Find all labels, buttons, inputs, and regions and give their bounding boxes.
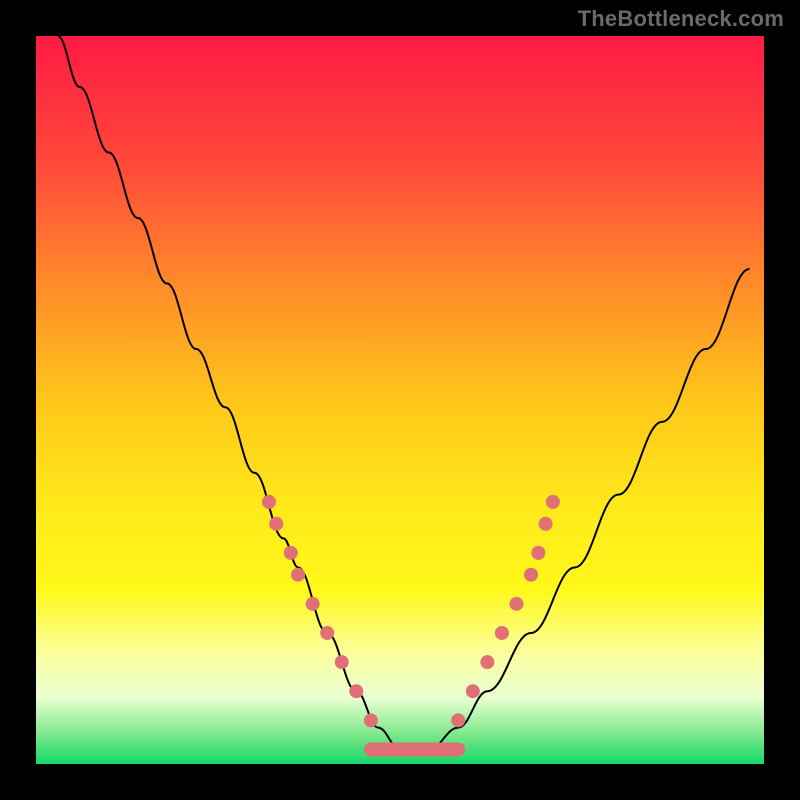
marker-dot [451, 713, 465, 727]
marker-dot [284, 546, 298, 560]
plot-area [36, 36, 764, 764]
marker-dot [539, 517, 553, 531]
marker-dot [531, 546, 545, 560]
marker-dot [509, 597, 523, 611]
chart-stage: TheBottleneck.com [0, 0, 800, 800]
marker-dot [320, 626, 334, 640]
attribution-label: TheBottleneck.com [578, 6, 784, 32]
marker-dot [480, 655, 494, 669]
marker-dot [269, 517, 283, 531]
curve-markers [262, 495, 560, 727]
marker-dot [524, 568, 538, 582]
curve-layer [36, 36, 764, 764]
bottleneck-curve [58, 36, 750, 749]
marker-dot [335, 655, 349, 669]
marker-dot [466, 684, 480, 698]
marker-dot [495, 626, 509, 640]
marker-dot [349, 684, 363, 698]
marker-dot [546, 495, 560, 509]
marker-dot [291, 568, 305, 582]
marker-dot [364, 713, 378, 727]
marker-dot [262, 495, 276, 509]
marker-dot [306, 597, 320, 611]
